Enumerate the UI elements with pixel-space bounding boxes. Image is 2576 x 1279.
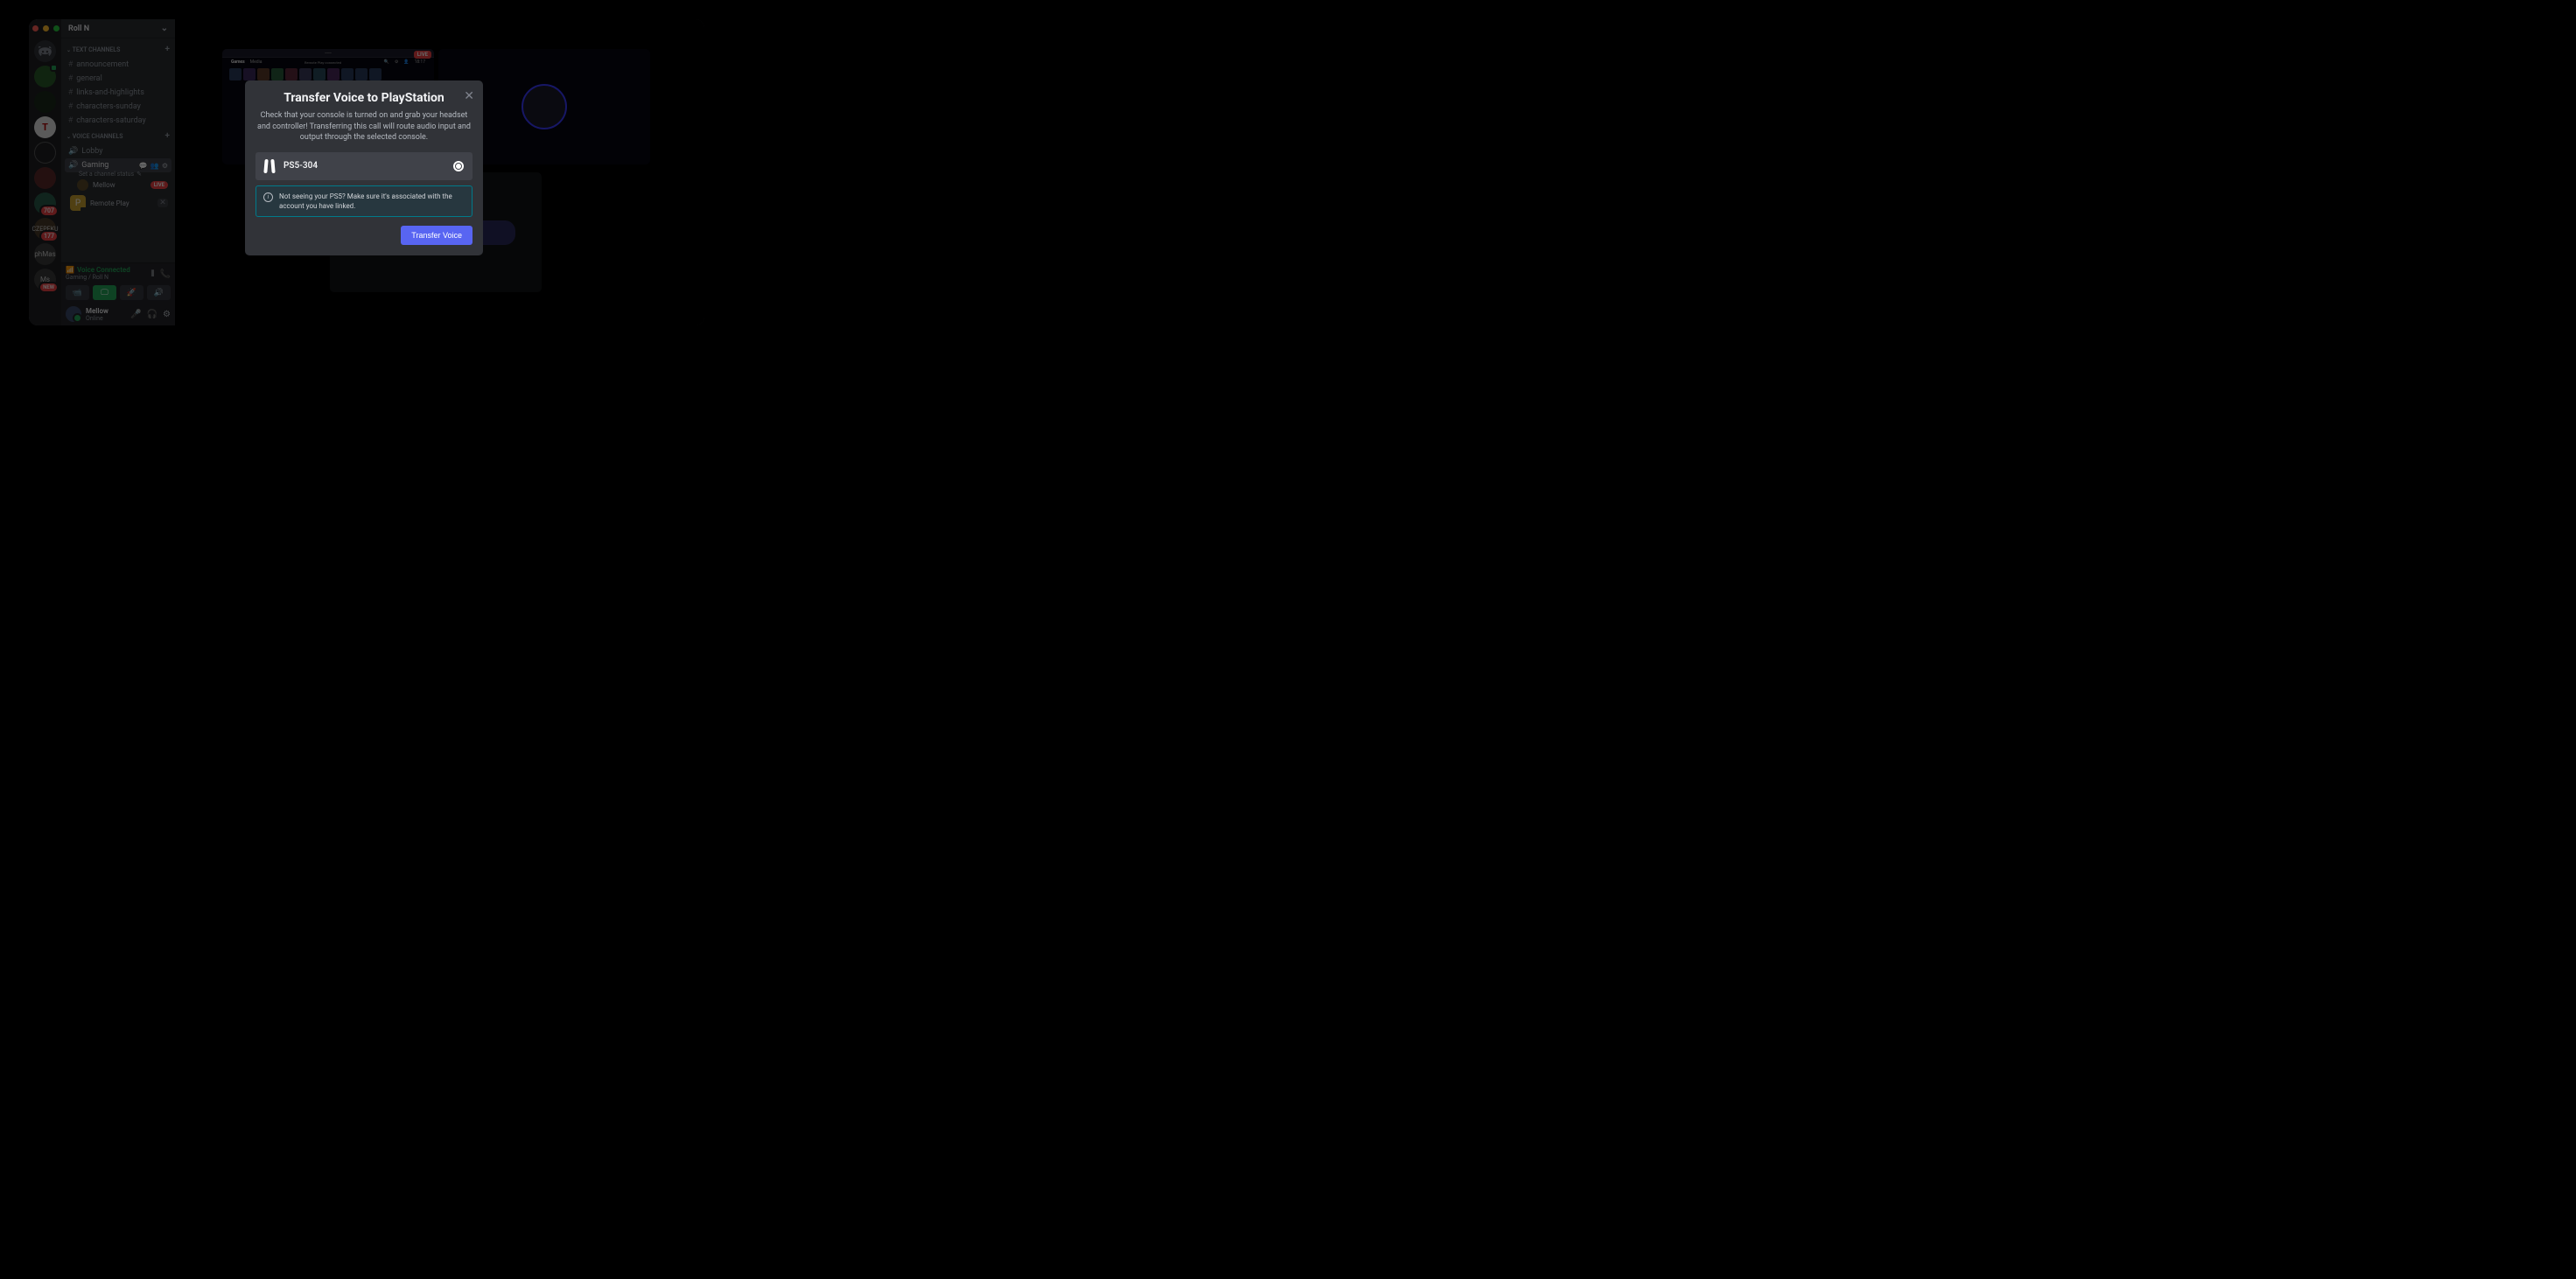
info-box: i Not seeing your PS5? Make sure it's as… bbox=[256, 185, 472, 217]
info-icon: i bbox=[263, 192, 273, 202]
close-modal-button[interactable]: ✕ bbox=[464, 89, 474, 103]
ps5-icon bbox=[264, 159, 275, 173]
modal-description: Check that your console is turned on and… bbox=[256, 110, 472, 143]
transfer-voice-modal: ✕ Transfer Voice to PlayStation Check th… bbox=[245, 80, 483, 255]
modal-title: Transfer Voice to PlayStation bbox=[256, 91, 472, 105]
console-option[interactable]: PS5-304 bbox=[256, 152, 472, 180]
radio-selected[interactable] bbox=[453, 161, 464, 171]
info-text: Not seeing your PS5? Make sure it's asso… bbox=[279, 192, 465, 211]
transfer-voice-button[interactable]: Transfer Voice bbox=[401, 226, 472, 245]
console-name: PS5-304 bbox=[284, 161, 444, 171]
